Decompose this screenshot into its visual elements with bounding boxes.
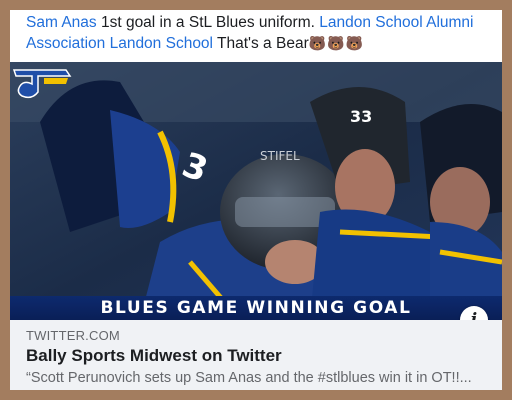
video-thumbnail[interactable]: 3 STIFEL 33 BLUES GAME WINNING GOAL xyxy=(10,62,502,320)
link-domain: TWITTER.COM xyxy=(26,328,120,343)
bear-emoji-icons: 🐻🐻🐻 xyxy=(308,35,365,51)
mention-sam-anas[interactable]: Sam Anas xyxy=(26,14,97,31)
link-preview[interactable]: TWITTER.COM Bally Sports Midwest on Twit… xyxy=(10,320,502,390)
facebook-post-card: Sam Anas 1st goal in a StL Blues uniform… xyxy=(10,10,502,390)
mention-landon-school[interactable]: Landon School xyxy=(110,35,213,52)
game-winning-goal-banner: BLUES GAME WINNING GOAL xyxy=(10,296,502,320)
helmet-text: STIFEL xyxy=(260,149,300,163)
post-message: Sam Anas 1st goal in a StL Blues uniform… xyxy=(26,12,492,54)
post-text-part-1: 1st goal in a StL Blues uniform. xyxy=(96,14,320,31)
link-description: “Scott Perunovich sets up Sam Anas and t… xyxy=(26,370,472,386)
blues-note-logo-icon xyxy=(12,69,72,99)
photo-frame-border: Sam Anas 1st goal in a StL Blues uniform… xyxy=(0,0,512,400)
banner-text: BLUES GAME WINNING GOAL xyxy=(100,298,412,318)
link-title[interactable]: Bally Sports Midwest on Twitter xyxy=(26,346,282,366)
hockey-celebration-image: 3 STIFEL 33 xyxy=(10,62,502,320)
post-text-part-3: That's a Bear xyxy=(213,35,309,52)
jersey-number-right: 33 xyxy=(350,107,372,126)
